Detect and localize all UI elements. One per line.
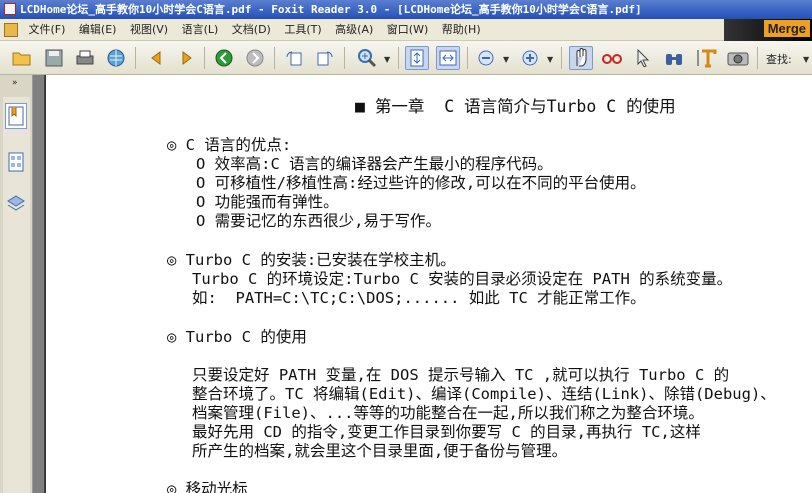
zoom-in-dropdown-arrow[interactable]: ▼ — [547, 55, 553, 64]
bullet-line: O 可移植性/移植性高:经过些许的修改,可以在不同的平台使用。 — [196, 174, 646, 192]
section-heading: ◎ Turbo C 的使用 — [167, 328, 307, 346]
section-heading: ◎ C 语言的优点: — [167, 136, 292, 154]
menu-help[interactable]: 帮助(H) — [437, 19, 486, 40]
fit-page-icon[interactable] — [405, 46, 429, 70]
pdf-page: ■ 第一章 C 语言简介与Turbo C 的使用 ◎ C 语言的优点: O 效率… — [45, 75, 812, 493]
section-heading: ◎ 移动光标 — [167, 480, 248, 493]
typewriter-icon[interactable] — [695, 46, 719, 70]
document-icon[interactable] — [4, 23, 18, 37]
globe-icon[interactable] — [104, 46, 128, 70]
paragraph-line: 整合环境了。TC 将编辑(Edit)、编译(Compile)、连结(Link)、… — [192, 385, 776, 403]
bookmarks-icon[interactable] — [5, 103, 27, 129]
paragraph-line: 所产生的档案,就会里这个目录里面,便于备份与管理。 — [192, 442, 568, 460]
binoculars-icon[interactable] — [662, 46, 686, 70]
menu-edit[interactable]: 编辑(E) — [74, 19, 122, 40]
zoom-dropdown-arrow[interactable]: ▼ — [384, 55, 390, 64]
page-thumbnails-icon[interactable] — [5, 149, 27, 175]
camera-icon[interactable] — [726, 46, 750, 70]
toolbar-separator — [467, 47, 468, 69]
menu-view[interactable]: 视图(V) — [125, 19, 173, 40]
paragraph-line: Turbo C 的环境设定:Turbo C 安装的目录必须设定在 PATH 的系… — [192, 270, 733, 288]
reading-glasses-icon[interactable] — [600, 46, 624, 70]
toolbar-separator — [757, 47, 758, 69]
printer-icon[interactable] — [73, 46, 97, 70]
bullet-line: O 功能强而有弹性。 — [196, 193, 339, 211]
toolbar-separator — [344, 47, 345, 69]
title-bar: LCDHome论坛_高手教你10小时学会C语言.pdf - Foxit Read… — [0, 0, 812, 19]
forward-circle-icon[interactable] — [243, 46, 267, 70]
rotate-right-icon[interactable] — [313, 46, 337, 70]
save-icon[interactable] — [42, 46, 66, 70]
fit-width-icon[interactable] — [436, 46, 460, 70]
menu-language[interactable]: 语言(L) — [177, 19, 224, 40]
paragraph-line: 如: PATH=C:\TC;C:\DOS;...... 如此 TC 才能正常工作… — [192, 289, 646, 307]
arrow-left-icon[interactable] — [144, 46, 168, 70]
promo-banner[interactable]: Merge — [724, 19, 812, 41]
toolbar-separator — [398, 47, 399, 69]
paragraph-line: 最好先用 CD 的指令,变更工作目录到你要写 C 的目录,再执行 TC,这样 — [192, 423, 701, 441]
toolbar: ▼ ▼ ▼ 查找: ▼ — [0, 41, 812, 75]
sidebar-collapse-toggle[interactable]: » — [12, 78, 18, 88]
folder-open-icon[interactable] — [10, 46, 34, 70]
paragraph-line: 只要设定好 PATH 变量,在 DOS 提示号输入 TC ,就可以执行 Turb… — [192, 366, 730, 384]
paragraph-line: 档案管理(File)、...等等的功能整合在一起,所以我们称之为整合环境。 — [192, 404, 704, 422]
back-circle-icon[interactable] — [212, 46, 236, 70]
section-heading: ◎ Turbo C 的安装:已安装在学校主机。 — [167, 251, 456, 269]
menu-document[interactable]: 文档(D) — [227, 19, 276, 40]
zoom-out-dropdown-arrow[interactable]: ▼ — [503, 55, 509, 64]
zoom-out-circle-icon[interactable] — [474, 46, 498, 70]
arrow-right-icon[interactable] — [175, 46, 199, 70]
toolbar-separator — [204, 47, 205, 69]
banner-text: Merge — [763, 20, 810, 37]
toolbar-separator — [561, 47, 562, 69]
menu-file[interactable]: 文件(F) — [24, 19, 71, 40]
hand-icon[interactable] — [569, 46, 593, 70]
rotate-left-icon[interactable] — [282, 46, 306, 70]
bullet-line: O 需要记忆的东西很少,易于写作。 — [196, 212, 441, 230]
bullet-line: O 效率高:C 语言的编译器会产生最小的程序代码。 — [196, 155, 553, 173]
menu-advanced[interactable]: 高级(A) — [330, 19, 378, 40]
toolbar-separator — [135, 47, 136, 69]
chapter-heading: ■ 第一章 C 语言简介与Turbo C 的使用 — [355, 97, 676, 116]
zoom-in-circle-icon[interactable] — [518, 46, 542, 70]
find-label: 查找: — [766, 53, 792, 66]
window-title: LCDHome论坛_高手教你10小时学会C语言.pdf - Foxit Read… — [20, 3, 642, 16]
toolbar-separator — [274, 47, 275, 69]
layers-icon[interactable] — [5, 191, 27, 217]
pdf-app-icon — [4, 3, 16, 15]
menu-bar: 文件(F) 编辑(E) 视图(V) 语言(L) 文档(D) 工具(T) 高级(A… — [0, 19, 812, 41]
menu-tools[interactable]: 工具(T) — [279, 19, 326, 40]
find-dropdown-arrow[interactable]: ▼ — [803, 55, 809, 64]
navigation-sidebar: » — [0, 75, 33, 493]
zoom-in-icon[interactable] — [355, 46, 379, 70]
select-arrow-icon[interactable] — [631, 46, 655, 70]
menu-window[interactable]: 窗口(W) — [382, 19, 433, 40]
document-view[interactable]: ■ 第一章 C 语言简介与Turbo C 的使用 ◎ C 语言的优点: O 效率… — [33, 75, 812, 493]
